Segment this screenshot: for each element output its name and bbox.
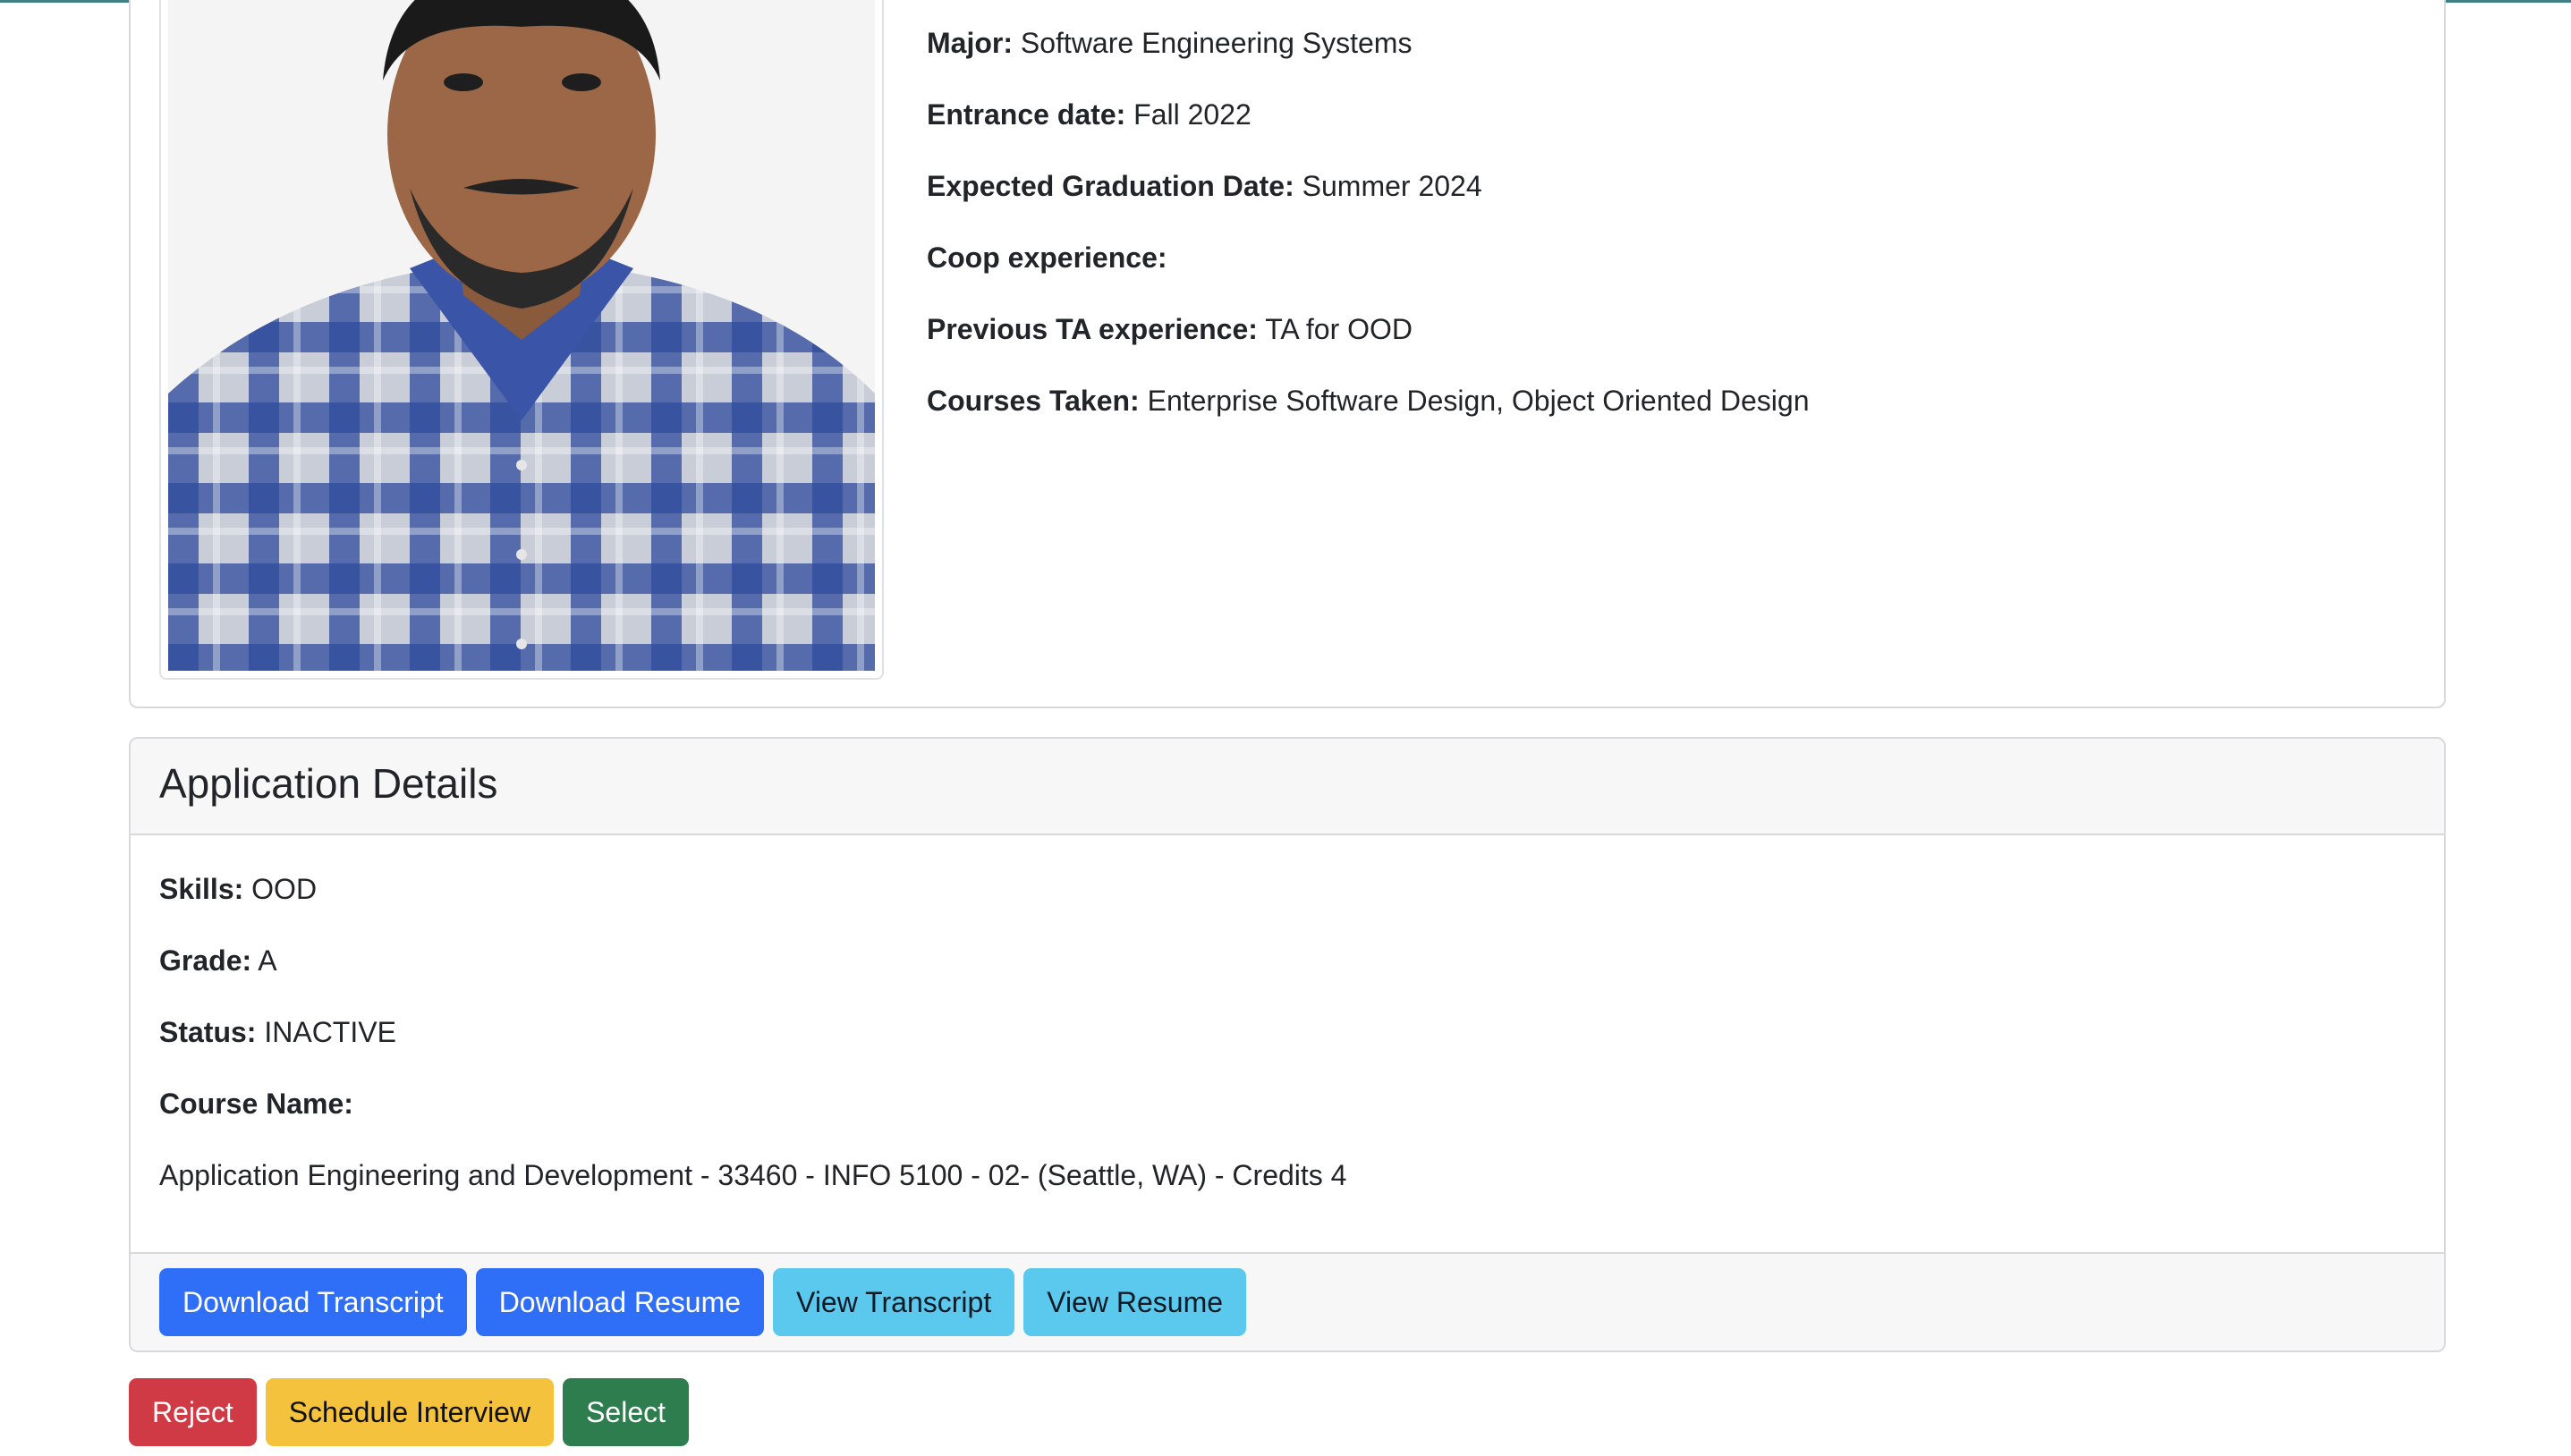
profile-card: Major: Software Engineering Systems Entr… <box>129 0 2446 708</box>
application-details-card: Application Details Skills: OOD Grade: A… <box>129 737 2446 1352</box>
ta-experience-field: Previous TA experience: TA for OOD <box>927 311 2358 347</box>
field-value: Fall 2022 <box>1133 98 1252 131</box>
decision-actions: Reject Schedule Interview Select <box>129 1378 690 1446</box>
field-value: A <box>258 944 277 977</box>
coop-experience-field: Coop experience: <box>927 240 2358 275</box>
reject-button[interactable]: Reject <box>129 1378 257 1446</box>
application-actions: Download Transcript Download Resume View… <box>131 1252 2444 1350</box>
field-label: Grade: <box>159 944 252 977</box>
download-transcript-button[interactable]: Download Transcript <box>159 1268 467 1336</box>
field-value: Summer 2024 <box>1302 170 1482 202</box>
view-resume-button[interactable]: View Resume <box>1023 1268 1247 1336</box>
field-label: Skills: <box>159 873 244 905</box>
field-label: Course Name: <box>159 1088 353 1120</box>
field-label: Expected Graduation Date: <box>927 170 1294 202</box>
field-value: TA for OOD <box>1265 313 1413 345</box>
field-value: Software Engineering Systems <box>1020 27 1413 59</box>
course-name-label-line: Course Name: <box>159 1086 2415 1122</box>
entrance-date-field: Entrance date: Fall 2022 <box>927 97 2358 132</box>
profile-photo-frame <box>159 0 884 680</box>
application-details-body: Skills: OOD Grade: A Status: INACTIVE Co… <box>131 835 2444 1220</box>
major-field: Major: Software Engineering Systems <box>927 25 2358 61</box>
field-label: Coop experience: <box>927 241 1167 274</box>
skills-field: Skills: OOD <box>159 871 2415 907</box>
download-resume-button[interactable]: Download Resume <box>475 1268 765 1336</box>
field-label: Major: <box>927 27 1013 59</box>
profile-info: Major: Software Engineering Systems Entr… <box>927 25 2358 454</box>
profile-photo <box>168 0 875 671</box>
field-label: Entrance date: <box>927 98 1126 131</box>
field-label: Courses Taken: <box>927 385 1140 417</box>
field-value: Enterprise Software Design, Object Orien… <box>1147 385 1810 417</box>
graduation-date-field: Expected Graduation Date: Summer 2024 <box>927 168 2358 204</box>
application-details-header: Application Details <box>131 739 2444 835</box>
courses-taken-field: Courses Taken: Enterprise Software Desig… <box>927 383 2358 419</box>
field-label: Status: <box>159 1016 257 1048</box>
application-details-title: Application Details <box>159 760 498 807</box>
field-value: INACTIVE <box>264 1016 396 1048</box>
status-field: Status: INACTIVE <box>159 1014 2415 1050</box>
field-label: Previous TA experience: <box>927 313 1258 345</box>
grade-field: Grade: A <box>159 943 2415 978</box>
schedule-interview-button[interactable]: Schedule Interview <box>265 1378 555 1446</box>
course-name-value: Application Engineering and Development … <box>159 1159 1347 1191</box>
view-transcript-button[interactable]: View Transcript <box>773 1268 1015 1336</box>
select-button[interactable]: Select <box>563 1378 690 1446</box>
field-value: OOD <box>251 873 318 905</box>
